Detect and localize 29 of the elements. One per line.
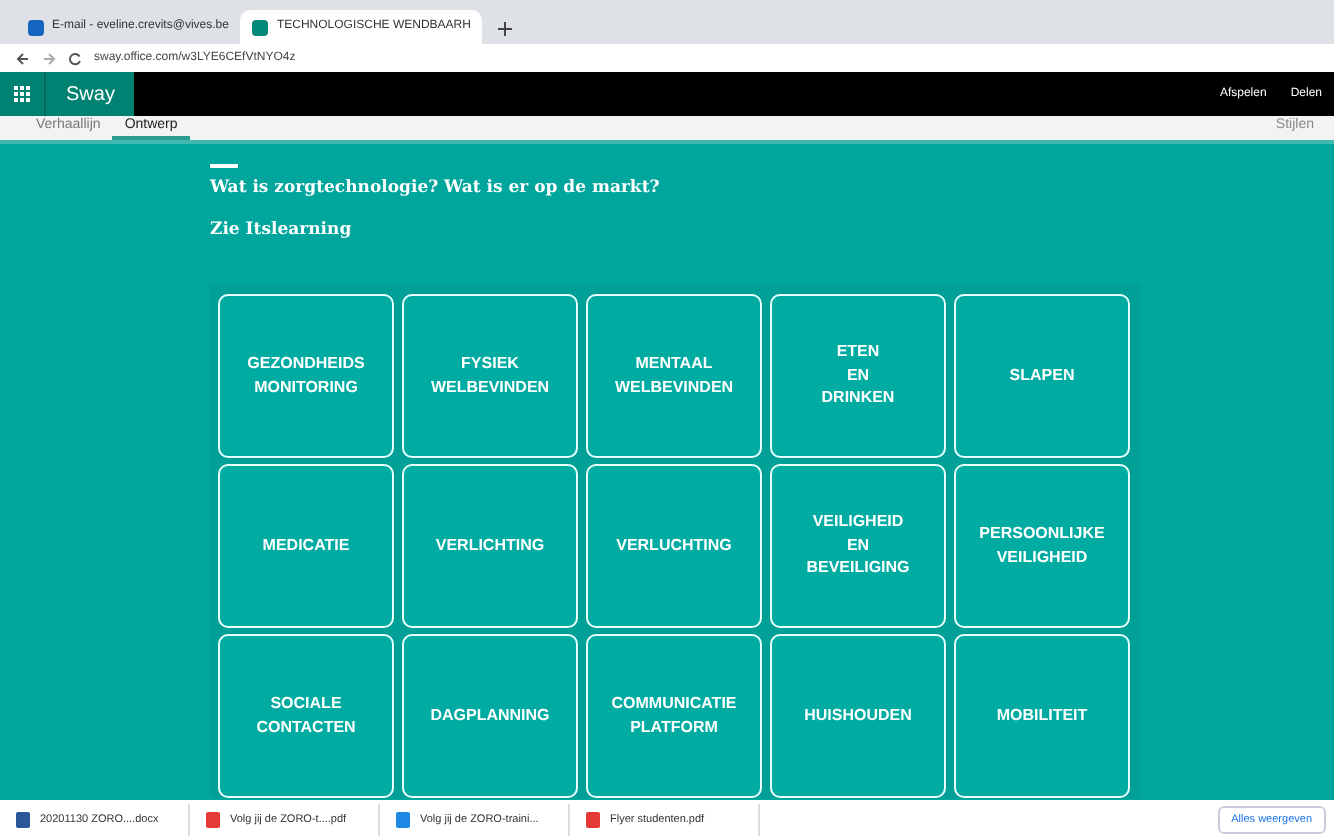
tile-button[interactable]: VEILIGHEID EN BEVEILIGING: [770, 463, 946, 627]
tile-button[interactable]: FYSIEK WELBEVINDEN: [402, 293, 578, 457]
pdf-icon: [206, 812, 220, 828]
tile-button[interactable]: VERLUCHTING: [586, 463, 762, 627]
heading: Wat is zorgtechnologie? Wat is er op de markt?: [210, 176, 662, 202]
new-tab-icon[interactable]: [498, 22, 513, 36]
tile-button[interactable]: HUISHOUDEN: [770, 633, 946, 797]
tile-button[interactable]: COMMUNICATIE PLATFORM: [586, 633, 762, 797]
back-icon[interactable]: [16, 51, 30, 65]
accent-bar: [210, 164, 238, 168]
tile-button[interactable]: MOBILITEIT: [954, 633, 1130, 797]
tile-button[interactable]: DAGPLANNING: [402, 633, 578, 797]
favicon-icon: [252, 19, 269, 35]
tile-button[interactable]: SOCIALE CONTACTEN: [218, 633, 394, 797]
reload-icon[interactable]: [68, 51, 82, 65]
tile-button[interactable]: GEZONDHEIDS MONITORING: [218, 293, 394, 457]
tile-button[interactable]: PERSOONLIJKE VEILIGHEID: [954, 463, 1130, 627]
document-icon: [16, 812, 30, 828]
tile-button[interactable]: MENTAAL WELBEVINDEN: [586, 293, 762, 457]
favicon-icon: [28, 19, 44, 35]
subtext: Zie Itslearning: [210, 217, 354, 243]
tile-button[interactable]: MEDICATIE: [218, 463, 394, 627]
tile-button[interactable]: ETEN EN DRINKEN: [770, 293, 946, 457]
app-title: Sway: [44, 72, 135, 116]
tile-button[interactable]: SLAPEN: [954, 293, 1130, 457]
tile-button[interactable]: VERLICHTING: [402, 463, 578, 627]
image-icon: [396, 812, 410, 828]
app-launcher-icon[interactable]: [0, 72, 44, 116]
pdf-icon: [586, 812, 600, 828]
